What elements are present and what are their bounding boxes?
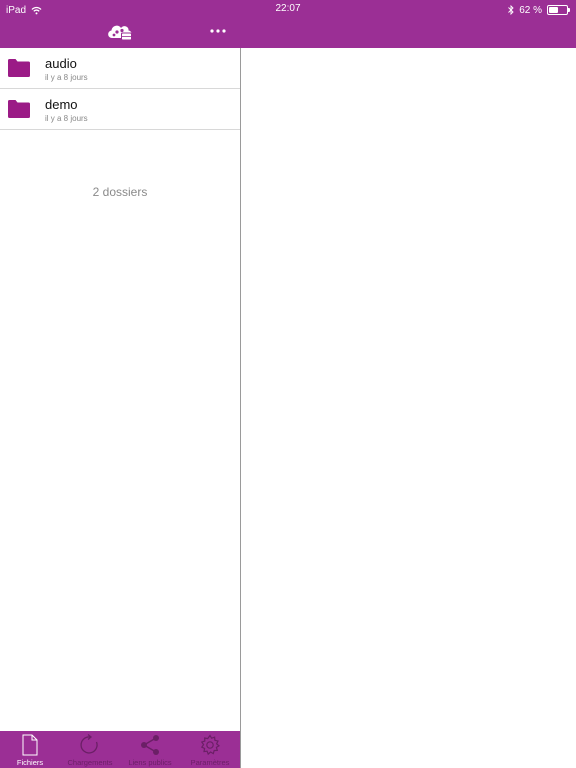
file-list-pane: audio il y a 8 jours demo il y a 8 jours… [0, 48, 240, 768]
tab-label: Chargements [67, 758, 113, 767]
file-icon [22, 734, 38, 756]
folder-row[interactable]: demo il y a 8 jours [0, 89, 240, 130]
folder-name: demo [45, 97, 78, 112]
tab-label: Fichiers [16, 758, 44, 767]
folder-modified: il y a 8 jours [45, 114, 88, 123]
battery-percent: 62 % [519, 4, 542, 16]
share-icon [141, 735, 159, 755]
folder-count: 2 dossiers [92, 185, 148, 199]
clock: 22:07 [275, 3, 301, 14]
status-right: 62 % [508, 3, 570, 17]
folder-icon [8, 100, 30, 118]
tab-settings[interactable]: Paramètres [180, 731, 240, 768]
cloud-app-logo-icon [108, 25, 132, 41]
top-bar: iPad 22:07 62 % [0, 0, 576, 48]
more-options-icon[interactable] [208, 24, 228, 38]
bluetooth-icon [508, 5, 514, 15]
folder-name: audio [45, 56, 77, 71]
refresh-icon [80, 734, 98, 754]
tab-uploads[interactable]: Chargements [60, 731, 120, 768]
pane-divider [240, 48, 241, 768]
folder-modified: il y a 8 jours [45, 73, 88, 82]
tab-files[interactable]: Fichiers [0, 731, 60, 768]
tab-label: Paramètres [190, 758, 230, 767]
tab-public-links[interactable]: Liens publics [120, 731, 180, 768]
battery-icon [547, 5, 570, 15]
folder-row[interactable]: audio il y a 8 jours [0, 48, 240, 89]
gear-icon [200, 734, 221, 756]
tab-bar: Fichiers Chargements Liens publics Param… [0, 731, 240, 768]
tab-label: Liens publics [128, 758, 172, 767]
folder-icon [8, 59, 30, 77]
